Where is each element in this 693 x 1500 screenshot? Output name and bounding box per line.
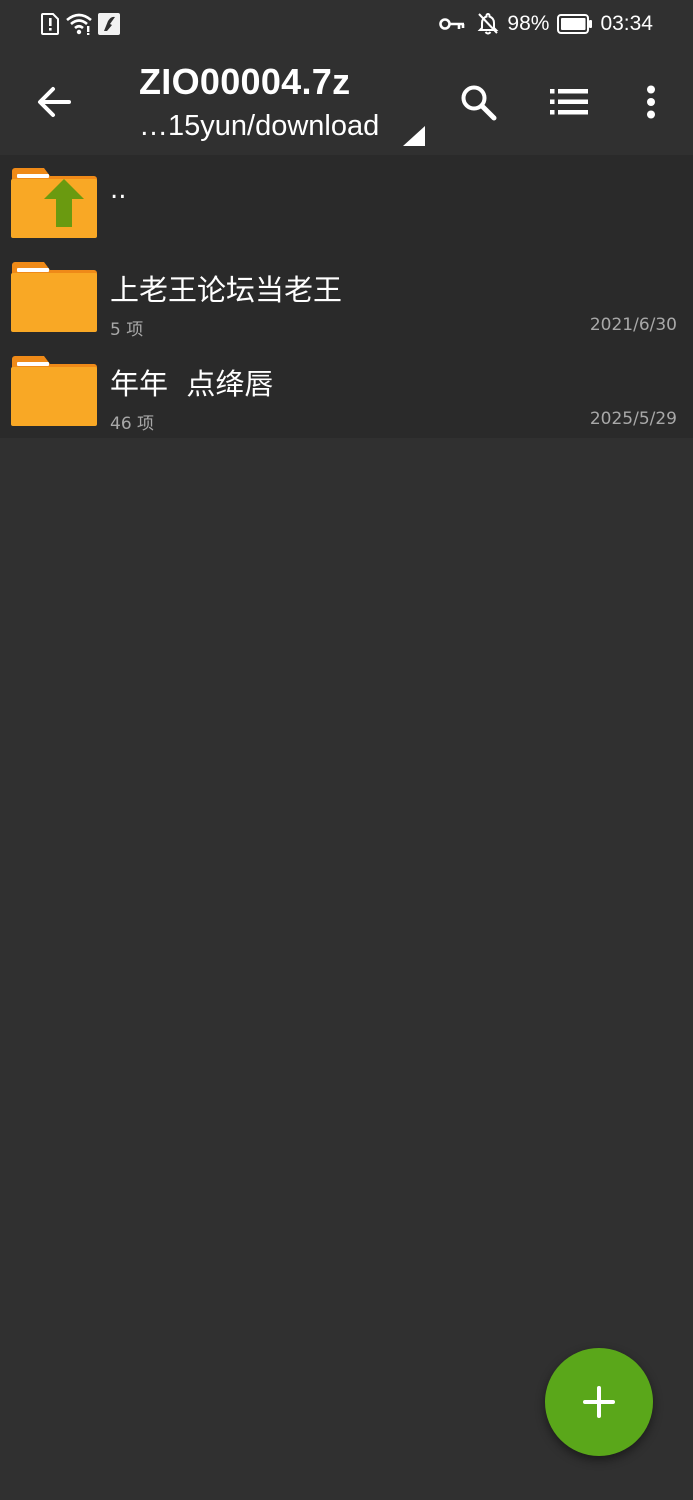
bell-off-icon (477, 12, 499, 36)
vpn-key-icon (439, 16, 465, 32)
more-options-button[interactable] (628, 76, 674, 128)
item-count: 46 项 (110, 414, 155, 434)
folder-name: 年年 点绛唇 (110, 367, 274, 401)
current-path: …15yun/download (139, 110, 380, 142)
archive-title: ZIO00004.7z (139, 61, 351, 102)
plus-icon (583, 1386, 615, 1418)
app-bar: ZIO00004.7z …15yun/download (0, 50, 693, 155)
more-vert-icon (647, 85, 655, 119)
list-view-icon (550, 89, 588, 115)
parent-folder-name: .. (110, 175, 127, 205)
path-selector[interactable]: …15yun/download (139, 110, 429, 150)
add-button[interactable] (545, 1348, 653, 1456)
status-left (40, 11, 120, 37)
wifi-icon (66, 13, 92, 35)
folder-up-icon (11, 168, 97, 238)
back-arrow-icon (38, 87, 71, 117)
folder-name: 上老王论坛当老王 (110, 273, 343, 307)
back-button[interactable] (26, 76, 82, 128)
file-list: .. 上老王论坛当老王 5 项 2021/6/30 年年 点绛唇 46 项 20… (0, 155, 693, 438)
clock: 03:34 (600, 12, 653, 35)
alert-icon (40, 13, 60, 35)
parent-folder-row[interactable]: .. (0, 155, 693, 249)
item-count: 5 项 (110, 320, 144, 340)
list-item[interactable]: 上老王论坛当老王 5 项 2021/6/30 (0, 249, 693, 343)
app-notification-icon (98, 13, 120, 35)
dropdown-triangle-icon (403, 126, 425, 146)
battery-icon (557, 14, 593, 34)
modified-date: 2025/5/29 (589, 409, 677, 429)
status-right: 98% 03:34 (439, 10, 653, 38)
search-icon (461, 85, 497, 121)
status-bar: 98% 03:34 (0, 0, 693, 50)
list-item[interactable]: 年年 点绛唇 46 项 2025/5/29 (0, 343, 693, 437)
search-button[interactable] (452, 76, 504, 128)
folder-icon (11, 262, 97, 332)
folder-icon (11, 356, 97, 426)
battery-percent: 98% (507, 12, 550, 35)
modified-date: 2021/6/30 (589, 315, 677, 335)
view-mode-button[interactable] (543, 76, 595, 128)
